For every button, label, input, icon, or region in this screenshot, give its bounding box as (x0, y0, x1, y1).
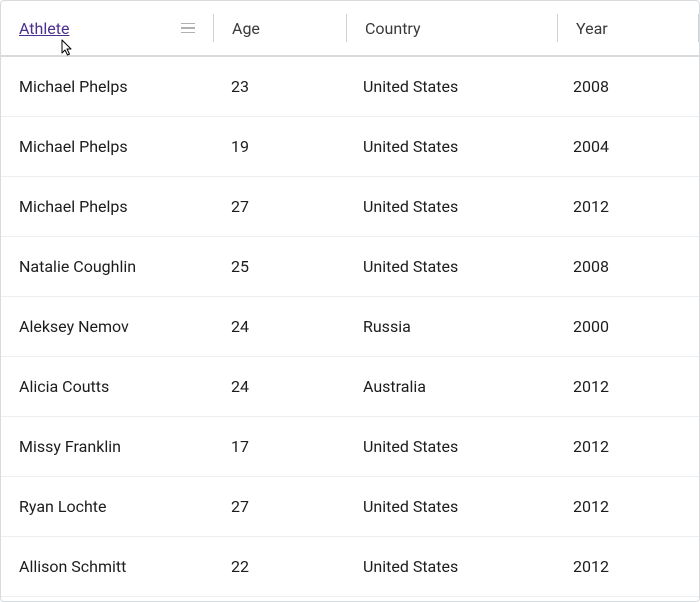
cell-country[interactable]: United States (345, 237, 555, 296)
column-header-label: Age (232, 19, 260, 38)
cell-age[interactable]: 22 (213, 537, 345, 596)
cell-country[interactable]: United States (345, 477, 555, 536)
table-row[interactable]: Alicia Coutts24Australia2012 (1, 357, 699, 417)
cell-country[interactable]: United States (345, 57, 555, 116)
cell-country[interactable]: Russia (345, 297, 555, 356)
cell-year[interactable]: 2004 (555, 117, 695, 176)
column-header-label: Athlete (19, 19, 69, 38)
table-row[interactable]: Natalie Coughlin25United States2008 (1, 237, 699, 297)
table-row[interactable]: Michael Phelps27United States2012 (1, 177, 699, 237)
cell-age[interactable]: 23 (213, 57, 345, 116)
cell-year[interactable]: 2012 (555, 537, 695, 596)
column-header-label: Country (365, 19, 421, 38)
cell-age[interactable]: 27 (213, 477, 345, 536)
cell-country[interactable]: United States (345, 417, 555, 476)
cell-country[interactable]: United States (345, 177, 555, 236)
cell-age[interactable]: 24 (213, 297, 345, 356)
cell-age[interactable]: 24 (213, 357, 345, 416)
cell-athlete[interactable]: Alicia Coutts (1, 357, 213, 416)
hamburger-menu-icon[interactable] (181, 23, 195, 34)
header-row: Athlete Age Country Year (1, 1, 699, 57)
cell-athlete[interactable]: Allison Schmitt (1, 537, 213, 596)
table-row[interactable]: Ryan Lochte27United States2012 (1, 477, 699, 537)
column-header-country[interactable]: Country (347, 1, 557, 55)
cell-age[interactable]: 27 (213, 177, 345, 236)
cell-athlete[interactable]: Natalie Coughlin (1, 237, 213, 296)
cell-country[interactable]: United States (345, 117, 555, 176)
table-row[interactable]: Michael Phelps19United States2004 (1, 117, 699, 177)
cell-athlete[interactable]: Aleksey Nemov (1, 297, 213, 356)
cell-year[interactable]: 2008 (555, 237, 695, 296)
cell-year[interactable]: 2000 (555, 297, 695, 356)
column-resize-handle[interactable] (698, 14, 699, 42)
cell-athlete[interactable]: Missy Franklin (1, 417, 213, 476)
cell-year[interactable]: 2008 (555, 57, 695, 116)
column-header-athlete[interactable]: Athlete (1, 1, 213, 55)
cell-athlete[interactable]: Michael Phelps (1, 57, 213, 116)
cell-athlete[interactable]: Ryan Lochte (1, 477, 213, 536)
column-header-label: Year (576, 19, 608, 38)
column-header-year[interactable]: Year (558, 1, 698, 55)
table-row[interactable]: Allison Schmitt22United States2012 (1, 537, 699, 597)
cell-year[interactable]: 2012 (555, 357, 695, 416)
data-grid[interactable]: AthleteAgeCountryYear Michael Phelps23Un… (0, 0, 700, 602)
cell-country[interactable]: Australia (345, 357, 555, 416)
cell-year[interactable]: 2012 (555, 177, 695, 236)
table-row[interactable]: Michael Phelps23United States2008 (1, 57, 699, 117)
cell-year[interactable]: 2012 (555, 417, 695, 476)
table-row[interactable]: Aleksey Nemov24Russia2000 (1, 297, 699, 357)
cell-age[interactable]: 17 (213, 417, 345, 476)
grid-body: Michael Phelps23United States2008Michael… (1, 57, 699, 597)
cell-age[interactable]: 25 (213, 237, 345, 296)
cell-age[interactable]: 19 (213, 117, 345, 176)
cell-year[interactable]: 2012 (555, 477, 695, 536)
table-row[interactable]: Missy Franklin17United States2012 (1, 417, 699, 477)
cell-country[interactable]: United States (345, 537, 555, 596)
cell-athlete[interactable]: Michael Phelps (1, 117, 213, 176)
cell-athlete[interactable]: Michael Phelps (1, 177, 213, 236)
column-header-age[interactable]: Age (214, 1, 346, 55)
